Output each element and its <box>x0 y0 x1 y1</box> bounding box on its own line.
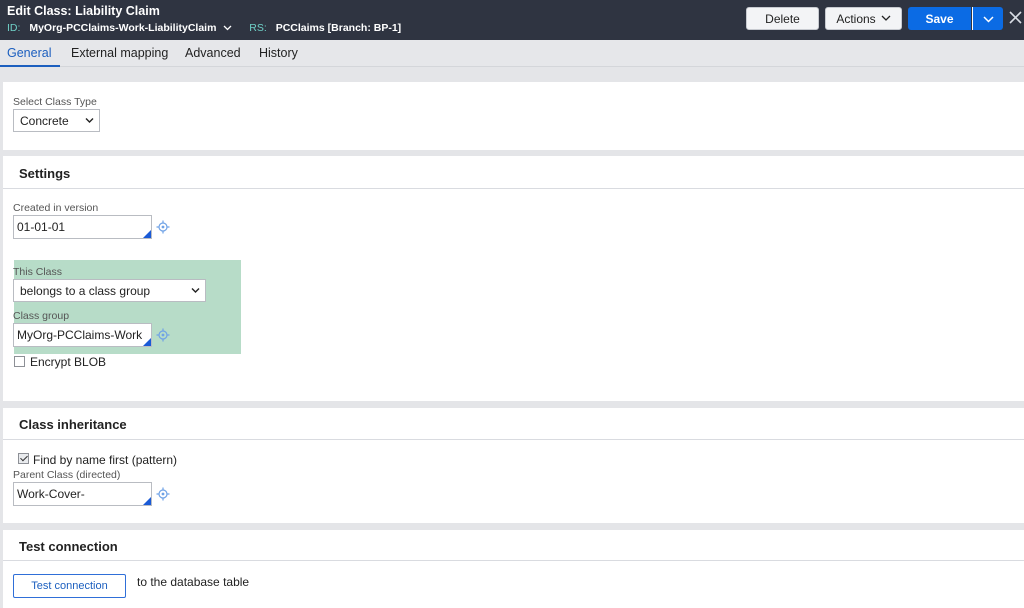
class-type-label: Select Class Type <box>13 96 97 108</box>
actions-button[interactable]: Actions <box>825 7 902 30</box>
rs-label: RS: <box>249 22 267 34</box>
delete-button[interactable]: Delete <box>746 7 819 30</box>
chevron-down-icon <box>881 13 891 24</box>
autocomplete-corner-icon <box>143 338 151 346</box>
encrypt-blob-checkbox[interactable] <box>14 356 25 367</box>
autocomplete-corner-icon <box>143 497 151 505</box>
created-in-version-input[interactable]: 01-01-01 <box>13 215 152 239</box>
crosshair-icon[interactable] <box>156 220 170 234</box>
close-button[interactable] <box>1006 7 1024 30</box>
chevron-down-icon <box>982 12 994 26</box>
save-options-button[interactable] <box>972 7 1003 30</box>
id-value[interactable]: MyOrg-PCClaims-Work-LiabilityClaim <box>29 22 216 34</box>
class-group-input[interactable]: MyOrg-PCClaims-Work <box>13 323 152 347</box>
parent-class-input[interactable]: Work-Cover- <box>13 482 152 506</box>
chevron-down-icon[interactable] <box>223 23 232 33</box>
crosshair-icon[interactable] <box>156 487 170 501</box>
settings-title: Settings <box>19 166 71 181</box>
created-in-version-value: 01-01-01 <box>17 220 66 234</box>
header-meta: ID: MyOrg-PCClaims-Work-LiabilityClaim R… <box>7 22 401 34</box>
this-class-select[interactable]: belongs to a class group <box>13 279 206 302</box>
header-bar: Edit Class: Liability Claim ID: MyOrg-PC… <box>0 0 1024 40</box>
id-label: ID: <box>7 22 21 34</box>
save-button[interactable]: Save <box>908 7 971 30</box>
settings-panel: Settings Created in version 01-01-01 Thi… <box>3 156 1024 401</box>
parent-class-label: Parent Class (directed) <box>13 469 121 481</box>
chevron-down-icon <box>85 115 94 125</box>
parent-class-value: Work-Cover- <box>17 487 85 501</box>
created-in-version-label: Created in version <box>13 202 99 214</box>
find-by-name-label: Find by name first (pattern) <box>33 453 178 467</box>
class-group-label: Class group <box>13 310 70 322</box>
section-divider <box>3 439 1024 440</box>
find-by-name-checkbox[interactable] <box>18 453 29 464</box>
autocomplete-corner-icon <box>143 230 151 238</box>
class-inheritance-panel: Class inheritance Find by name first (pa… <box>3 408 1024 523</box>
class-type-select[interactable]: Concrete <box>13 109 100 132</box>
section-divider <box>3 560 1024 561</box>
encrypt-blob-label: Encrypt BLOB <box>30 355 107 369</box>
crosshair-icon[interactable] <box>156 328 170 342</box>
tab-external-mapping[interactable]: External mapping <box>71 46 168 60</box>
class-type-value: Concrete <box>20 113 69 128</box>
section-divider <box>3 188 1024 189</box>
page-title: Edit Class: Liability Claim <box>7 4 160 18</box>
class-inheritance-title: Class inheritance <box>19 417 127 432</box>
tab-advanced[interactable]: Advanced <box>185 46 241 60</box>
class-type-panel: Select Class Type Concrete <box>3 82 1024 150</box>
tab-bar: General External mapping Advanced Histor… <box>0 40 1024 67</box>
this-class-value: belongs to a class group <box>20 283 151 298</box>
class-group-value: MyOrg-PCClaims-Work <box>17 328 143 342</box>
tab-history[interactable]: History <box>259 46 298 60</box>
test-connection-description: to the database table <box>137 575 250 589</box>
test-connection-button[interactable]: Test connection <box>13 574 126 598</box>
chevron-down-icon <box>191 285 200 295</box>
close-icon <box>1008 9 1022 29</box>
test-connection-title: Test connection <box>19 539 118 554</box>
test-connection-panel: Test connection Test connection to the d… <box>3 530 1024 608</box>
tab-general[interactable]: General <box>7 46 51 60</box>
actions-label: Actions <box>836 11 876 26</box>
this-class-label: This Class <box>13 266 63 278</box>
rs-value: PCClaims [Branch: BP-1] <box>275 22 402 34</box>
active-tab-indicator <box>0 65 60 67</box>
